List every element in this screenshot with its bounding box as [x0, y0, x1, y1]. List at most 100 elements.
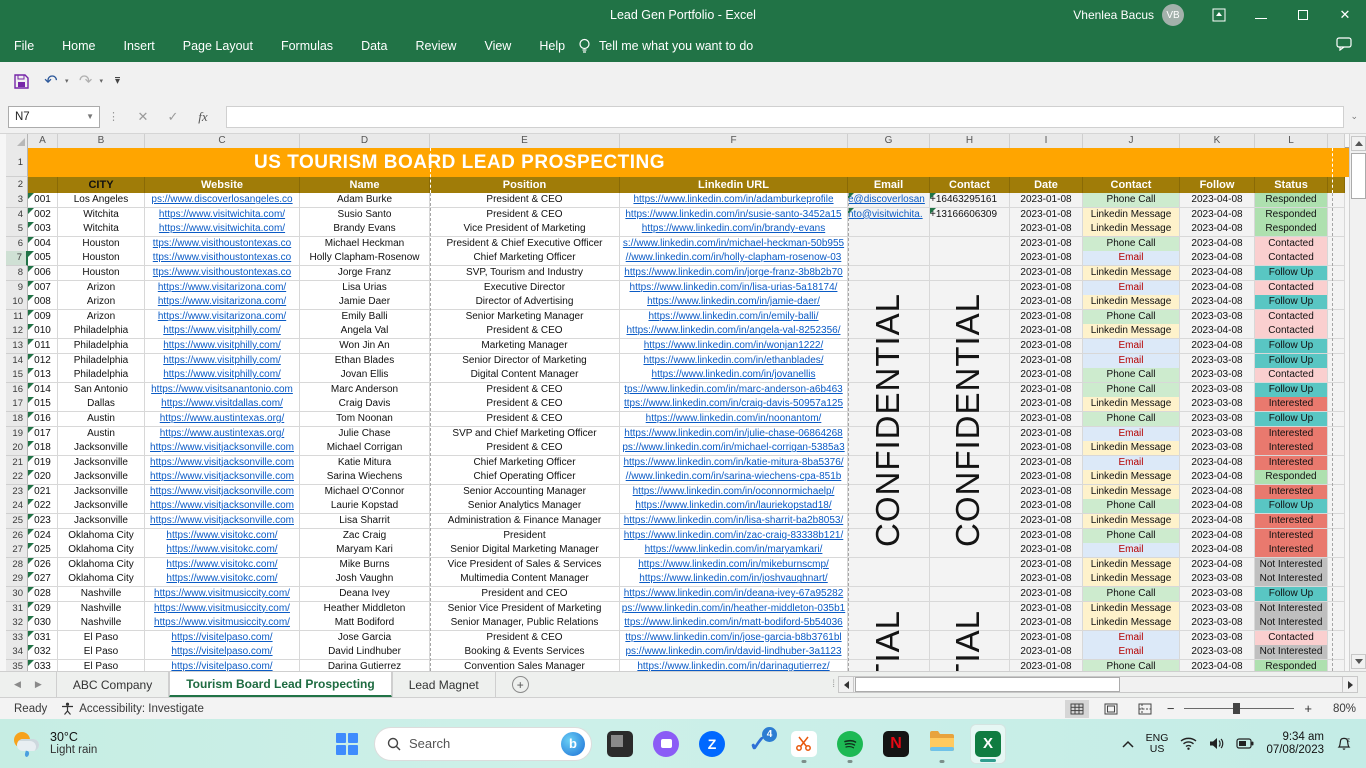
cell-id[interactable]: 012: [28, 353, 58, 369]
taskbar-search[interactable]: Search b: [374, 726, 592, 761]
cell-name[interactable]: Katie Mitura: [300, 455, 430, 471]
account-name[interactable]: Vhenlea Bacus: [1073, 8, 1154, 22]
cell-linkedin-url[interactable]: ps://www.linkedin.com/in/michael-corriga…: [620, 441, 848, 457]
cell-date[interactable]: 2023-01-08: [1010, 441, 1083, 457]
cell-name[interactable]: Zac Craig: [300, 528, 430, 544]
cell-status[interactable]: Responded: [1255, 207, 1328, 223]
cell-date[interactable]: 2023-01-08: [1010, 587, 1083, 603]
cell-linkedin-url[interactable]: https://www.linkedin.com/in/emily-balli/: [620, 309, 848, 325]
ribbon-tab[interactable]: Home: [48, 30, 109, 62]
cell-city[interactable]: Los Angeles: [58, 193, 145, 208]
taskbar-app-chat[interactable]: [648, 724, 684, 764]
cell-linkedin-url[interactable]: https://www.linkedin.com/in/noonantom/: [620, 411, 848, 427]
cell-date[interactable]: 2023-01-08: [1010, 368, 1083, 384]
column-header-clipped[interactable]: [1328, 134, 1345, 148]
cell-id[interactable]: 008: [28, 295, 58, 311]
tell-me-box[interactable]: Tell me what you want to do: [578, 38, 753, 54]
cell-contact-method[interactable]: Linkedin Message: [1083, 470, 1180, 486]
cell-linkedin-url[interactable]: https://www.linkedin.com/in/jorge-franz-…: [620, 265, 848, 281]
cell-position[interactable]: President & CEO: [430, 324, 620, 340]
row-number[interactable]: 21: [6, 455, 28, 471]
cell-status[interactable]: Contacted: [1255, 236, 1328, 252]
cell-follow-date[interactable]: 2023-04-08: [1180, 470, 1255, 486]
cell-status[interactable]: Contacted: [1255, 324, 1328, 340]
cell-overflow[interactable]: [1328, 441, 1345, 457]
cell-position[interactable]: Senior Accounting Manager: [430, 484, 620, 500]
cell-date[interactable]: 2023-01-08: [1010, 557, 1083, 573]
cell-date[interactable]: 2023-01-08: [1010, 280, 1083, 296]
cell-contact-number[interactable]: [930, 572, 1010, 588]
cell-name[interactable]: Angela Val: [300, 324, 430, 340]
cell-email[interactable]: [848, 587, 930, 603]
cell-position[interactable]: Booking & Events Services: [430, 645, 620, 661]
cell-follow-date[interactable]: 2023-03-08: [1180, 616, 1255, 632]
row-number[interactable]: 6: [6, 236, 28, 252]
cell-follow-date[interactable]: 2023-03-08: [1180, 601, 1255, 617]
cell-contact-method[interactable]: Linkedin Message: [1083, 514, 1180, 530]
cell-overflow[interactable]: [1328, 280, 1345, 296]
zoom-slider[interactable]: [1184, 703, 1295, 714]
row-number[interactable]: 5: [6, 222, 28, 238]
cell-overflow[interactable]: [1328, 528, 1345, 544]
cell-id[interactable]: 030: [28, 616, 58, 632]
cell-website[interactable]: https://www.austintexas.org/: [145, 426, 300, 442]
taskbar-app-contrast[interactable]: [602, 724, 638, 764]
cell-city[interactable]: El Paso: [58, 645, 145, 661]
cell-status[interactable]: Follow Up: [1255, 353, 1328, 369]
cell-id[interactable]: 031: [28, 630, 58, 646]
select-all-corner[interactable]: [6, 134, 28, 148]
header-contact-method[interactable]: Contact: [1083, 177, 1180, 194]
cell-contact-method[interactable]: Linkedin Message: [1083, 441, 1180, 457]
cell-follow-date[interactable]: 2023-04-08: [1180, 193, 1255, 208]
cell-follow-date[interactable]: 2023-04-08: [1180, 484, 1255, 500]
row-number[interactable]: 8: [6, 265, 28, 281]
cell-city[interactable]: Arizon: [58, 309, 145, 325]
comments-icon[interactable]: [1336, 36, 1352, 56]
cell-status[interactable]: Interested: [1255, 441, 1328, 457]
cell-id[interactable]: 002: [28, 207, 58, 223]
cell-overflow[interactable]: [1328, 368, 1345, 384]
column-header[interactable]: G: [848, 134, 930, 148]
cell-id[interactable]: 003: [28, 222, 58, 238]
scroll-up-icon[interactable]: [1351, 136, 1366, 151]
cell-overflow[interactable]: [1328, 265, 1345, 281]
cell-status[interactable]: Follow Up: [1255, 587, 1328, 603]
row-number[interactable]: 16: [6, 382, 28, 398]
cell-follow-date[interactable]: 2023-03-08: [1180, 397, 1255, 413]
redo-dropdown[interactable]: ▾: [100, 77, 104, 85]
formula-bar-expand-icon[interactable]: ⌄: [1350, 111, 1358, 122]
horizontal-scrollbar[interactable]: [838, 676, 1358, 693]
cell-id[interactable]: 024: [28, 528, 58, 544]
header-city[interactable]: CITY: [58, 177, 145, 194]
row-number[interactable]: 32: [6, 616, 28, 632]
cell-name[interactable]: Michael Heckman: [300, 236, 430, 252]
next-sheet-icon[interactable]: ▶: [35, 679, 42, 690]
cell-name[interactable]: Brandy Evans: [300, 222, 430, 238]
cell-follow-date[interactable]: 2023-03-08: [1180, 426, 1255, 442]
cell-contact-method[interactable]: Linkedin Message: [1083, 484, 1180, 500]
row-number[interactable]: 25: [6, 514, 28, 530]
cell-id[interactable]: 020: [28, 470, 58, 486]
cell-city[interactable]: Austin: [58, 411, 145, 427]
cell-website[interactable]: https://visitelpaso.com/: [145, 630, 300, 646]
cell-contact-method[interactable]: Linkedin Message: [1083, 397, 1180, 413]
cell-position[interactable]: Senior Digital Marketing Manager: [430, 543, 620, 559]
row-number[interactable]: 31: [6, 601, 28, 617]
header-date[interactable]: Date: [1010, 177, 1083, 194]
column-header[interactable]: B: [58, 134, 145, 148]
cell-date[interactable]: 2023-01-08: [1010, 411, 1083, 427]
header-linkedin[interactable]: Linkedin URL: [620, 177, 848, 194]
cell-city[interactable]: Philadelphia: [58, 338, 145, 354]
ribbon-tab[interactable]: Insert: [110, 30, 169, 62]
sheet-tab[interactable]: Lead Magnet: [391, 672, 496, 697]
cell-contact-method[interactable]: Phone Call: [1083, 309, 1180, 325]
header-blank[interactable]: [28, 177, 58, 194]
cell-website[interactable]: https://www.visitjacksonville.com: [145, 484, 300, 500]
cell-contact-method[interactable]: Linkedin Message: [1083, 222, 1180, 238]
cell-contact-number[interactable]: [930, 251, 1010, 267]
cell-date[interactable]: 2023-01-08: [1010, 265, 1083, 281]
cell-follow-date[interactable]: 2023-04-08: [1180, 543, 1255, 559]
cell-email[interactable]: [848, 222, 930, 238]
cell-overflow[interactable]: [1328, 645, 1345, 661]
cell-overflow[interactable]: [1328, 572, 1345, 588]
